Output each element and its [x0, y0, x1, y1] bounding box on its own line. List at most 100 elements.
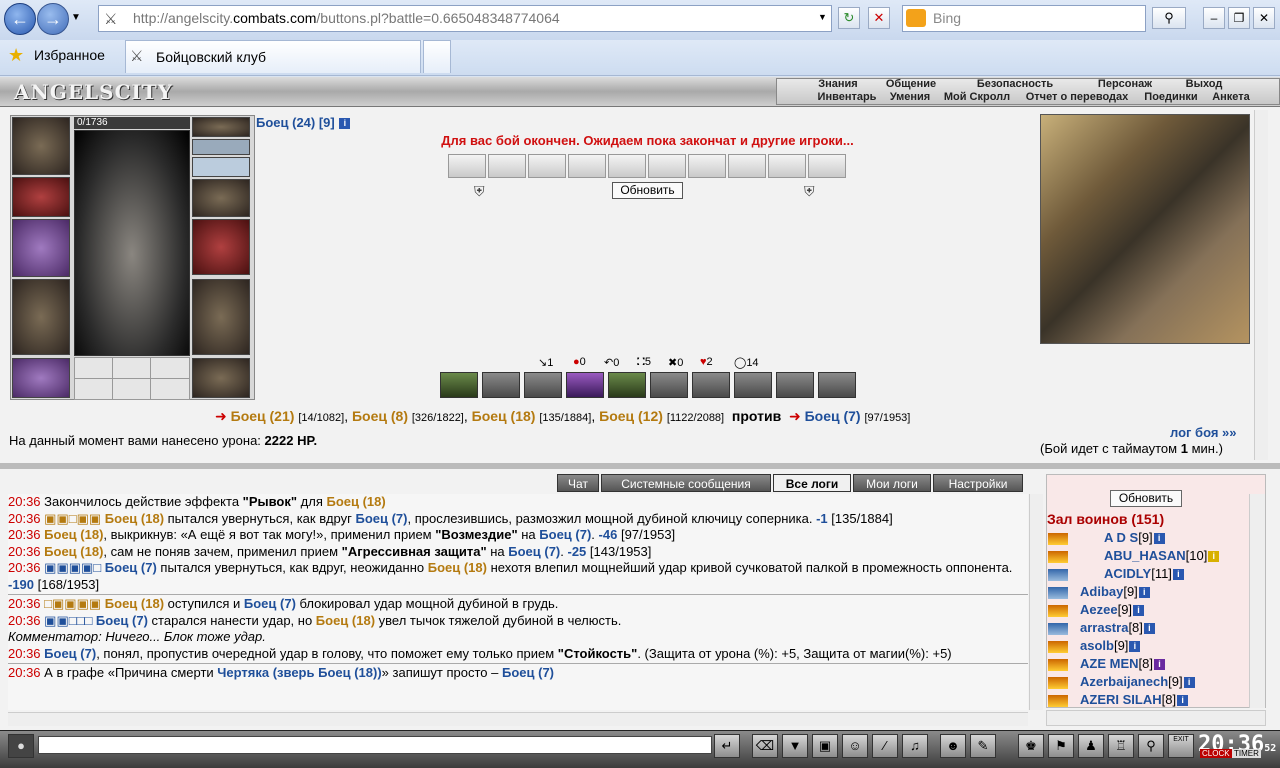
fighter-link[interactable]: Боец (18): [472, 408, 536, 424]
menu-social[interactable]: Общение: [872, 78, 950, 91]
filter-icon[interactable]: ▼: [782, 734, 808, 758]
skill-button[interactable]: [692, 372, 730, 398]
search-input[interactable]: Bing: [902, 5, 1146, 32]
player-row[interactable]: A D S[9] i: [1048, 530, 1165, 548]
chat-icon[interactable]: ●: [8, 734, 34, 758]
log-hscrollbar[interactable]: [8, 712, 1028, 726]
info-icon[interactable]: i: [1133, 605, 1145, 617]
emoticon-icon[interactable]: ☻: [940, 734, 966, 758]
exit-icon[interactable]: EXIT: [1168, 734, 1194, 758]
refresh-button[interactable]: Обновить: [612, 182, 683, 199]
refresh-icon[interactable]: ↻: [838, 7, 860, 29]
menu-exit[interactable]: Выход: [1172, 78, 1236, 91]
amulet-slot[interactable]: [192, 139, 250, 155]
room-scrollbar[interactable]: [1249, 494, 1265, 708]
chat-input[interactable]: [38, 736, 712, 754]
belt-slot[interactable]: [12, 358, 70, 398]
ring-slot[interactable]: [74, 357, 114, 379]
menu-scroll[interactable]: Мой Скролл: [938, 91, 1016, 104]
fight-icon[interactable]: [1048, 640, 1068, 653]
tab-combats[interactable]: Бойцовский клуб: [125, 40, 421, 73]
smile-run-icon[interactable]: ☺: [842, 734, 868, 758]
sound-icon[interactable]: ♫: [902, 734, 928, 758]
stop-icon[interactable]: ✕: [868, 7, 890, 29]
send-icon[interactable]: ↵: [714, 734, 740, 758]
skill-button[interactable]: [776, 372, 814, 398]
log-scrollbar[interactable]: [1029, 494, 1043, 710]
weapon-slot[interactable]: [12, 219, 70, 277]
menu-inventory[interactable]: Инвентарь: [812, 91, 882, 104]
info-book-icon[interactable]: ♖: [1108, 734, 1134, 758]
info-icon[interactable]: i: [339, 118, 351, 130]
translit-icon[interactable]: ✎: [970, 734, 996, 758]
player-row[interactable]: ACIDLY[11] i: [1048, 566, 1184, 584]
info-icon[interactable]: i: [1143, 623, 1155, 635]
timer-label[interactable]: TIMER: [1232, 749, 1261, 758]
scroll-slot[interactable]: [150, 378, 190, 400]
fighter-link[interactable]: Боец (12): [599, 408, 663, 424]
player-row[interactable]: Adibay[9] i: [1048, 584, 1150, 602]
room-refresh-button[interactable]: Обновить: [1110, 490, 1182, 507]
room-hscrollbar[interactable]: [1046, 710, 1266, 726]
favorites-button[interactable]: Избранное: [34, 47, 105, 63]
scroll-slot[interactable]: [74, 378, 114, 400]
fight-icon[interactable]: [1048, 622, 1068, 635]
splitter[interactable]: [0, 463, 1280, 469]
skill-button[interactable]: [482, 372, 520, 398]
info-icon[interactable]: i: [1177, 695, 1189, 707]
info-icon[interactable]: i: [1138, 587, 1150, 599]
tab-system[interactable]: Системные сообщения: [601, 474, 771, 492]
skill-button[interactable]: [734, 372, 772, 398]
fighter-link[interactable]: Боец (21): [231, 408, 295, 424]
armor-slot[interactable]: [12, 279, 70, 355]
lock-icon[interactable]: ⚲: [1138, 734, 1164, 758]
info-icon[interactable]: i: [1129, 641, 1141, 653]
bracers-slot[interactable]: [12, 177, 70, 217]
player-row[interactable]: arrastra[8] i: [1048, 620, 1155, 638]
close-icon[interactable]: ✕: [1253, 7, 1275, 29]
player-row[interactable]: Azerbaijanech[9] i: [1048, 674, 1195, 692]
player-row[interactable]: asolb[9] i: [1048, 638, 1141, 656]
forward-button[interactable]: →: [37, 3, 69, 35]
minimize-icon[interactable]: –: [1203, 7, 1225, 29]
slash-icon[interactable]: ⁄: [872, 734, 898, 758]
back-button[interactable]: ←: [4, 3, 36, 35]
menu-skills[interactable]: Умения: [884, 91, 936, 104]
friends-icon[interactable]: ♟: [1078, 734, 1104, 758]
fighter-link[interactable]: Боец (7): [805, 408, 861, 424]
save-icon[interactable]: ▣: [812, 734, 838, 758]
address-dropdown-icon[interactable]: ▼: [818, 12, 827, 22]
player-row[interactable]: AZERI SILAH[8] i: [1048, 692, 1189, 710]
menu-character[interactable]: Персонаж: [1080, 78, 1170, 91]
fight-icon[interactable]: [1048, 658, 1068, 671]
skill-button[interactable]: [566, 372, 604, 398]
menu-fights[interactable]: Поединки: [1138, 91, 1204, 104]
fight-icon[interactable]: [1048, 604, 1068, 617]
skill-button[interactable]: [608, 372, 646, 398]
tab-my-logs[interactable]: Мои логи: [853, 474, 931, 492]
rings-slot[interactable]: [192, 157, 250, 177]
search-icon[interactable]: ⚲: [1152, 7, 1186, 29]
skill-button[interactable]: [524, 372, 562, 398]
menu-security[interactable]: Безопасность: [952, 78, 1078, 91]
main-scrollbar[interactable]: [1254, 110, 1268, 460]
fight-icon[interactable]: [1048, 550, 1068, 563]
fighter-link[interactable]: Боец (8): [352, 408, 408, 424]
fight-icon[interactable]: [1048, 694, 1068, 707]
boots-slot[interactable]: [192, 358, 250, 398]
battle-log-link[interactable]: лог боя »»: [1170, 425, 1237, 440]
menu-transfers[interactable]: Отчет о переводах: [1018, 91, 1136, 104]
tab-all-logs[interactable]: Все логи: [773, 474, 851, 492]
tab-chat[interactable]: Чат: [557, 474, 599, 492]
helmet-slot[interactable]: [12, 117, 70, 175]
player-row[interactable]: ABU_HASAN[10] i: [1048, 548, 1220, 566]
scroll-slot[interactable]: [112, 378, 152, 400]
info-icon[interactable]: i: [1153, 659, 1165, 671]
history-dropdown-icon[interactable]: ▼: [71, 12, 81, 23]
gloves-slot[interactable]: [192, 179, 250, 217]
menu-profile[interactable]: Анкета: [1206, 91, 1256, 104]
skill-button[interactable]: [440, 372, 478, 398]
shield-slot[interactable]: [192, 219, 250, 275]
info-icon[interactable]: i: [1153, 533, 1165, 545]
info-icon[interactable]: i: [1172, 569, 1184, 581]
